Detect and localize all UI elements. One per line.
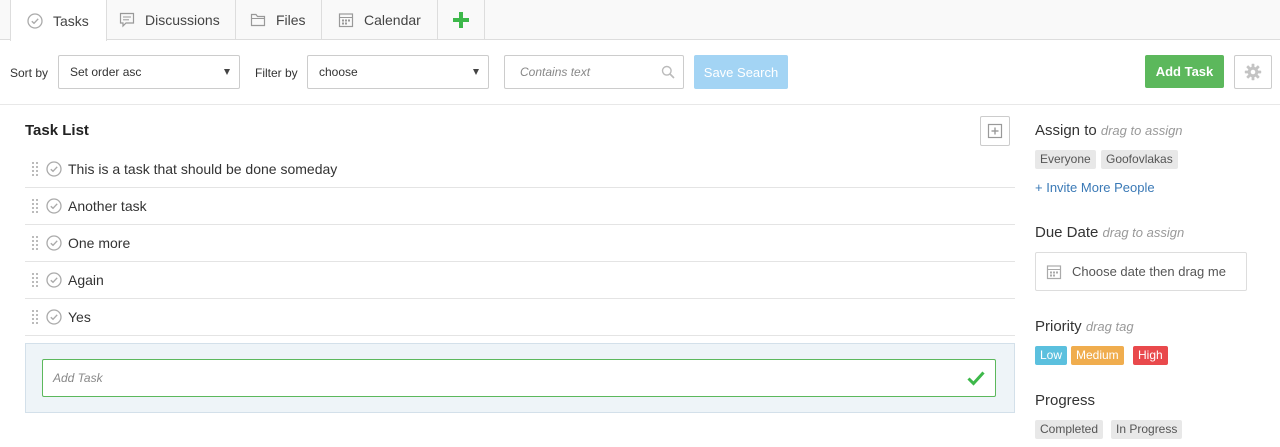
task-list-title: Task List <box>25 122 89 139</box>
check-circle-icon[interactable] <box>46 272 62 288</box>
check-circle-icon[interactable] <box>46 161 62 177</box>
assign-title: Assign to <box>1035 122 1097 139</box>
drag-handle-icon[interactable] <box>32 199 38 213</box>
tab-label: Tasks <box>53 12 89 29</box>
check-circle-icon[interactable] <box>46 198 62 214</box>
assign-hint: drag to assign <box>1100 123 1183 138</box>
task-text: One more <box>68 235 131 251</box>
search-input[interactable]: Contains text <box>504 55 684 89</box>
progress-title: Progress <box>1035 392 1096 409</box>
filter-select[interactable]: choose <box>307 55 489 89</box>
tab-calendar[interactable]: Calendar <box>322 0 438 40</box>
drag-handle-icon[interactable] <box>32 236 38 250</box>
priority-tag-high[interactable]: High <box>1133 346 1168 365</box>
task-text: Yes <box>68 309 91 325</box>
sort-value: Set order asc <box>70 65 142 79</box>
progress-heading: Progress <box>1035 392 1095 409</box>
due-hint: drag to assign <box>1102 225 1185 240</box>
add-task-button[interactable]: Add Task <box>1145 55 1224 88</box>
tab-discussions[interactable]: Discussions <box>107 0 236 40</box>
add-tab-button[interactable] <box>438 0 485 40</box>
calendar-icon <box>1046 264 1062 279</box>
add-task-placeholder: Add Task <box>53 371 103 385</box>
priority-tag-medium[interactable]: Medium <box>1071 346 1124 365</box>
check-circle-icon[interactable] <box>46 235 62 251</box>
toolbar: Sort by Set order asc Filter by choose C… <box>0 40 1280 105</box>
progress-chip[interactable]: Completed <box>1035 420 1104 439</box>
progress-chip[interactable]: In Progress <box>1111 420 1183 439</box>
tab-label: Discussions <box>145 12 220 28</box>
task-text: Another task <box>68 198 147 214</box>
due-title: Due Date <box>1035 224 1099 241</box>
tab-bar: Tasks Discussions Files Calendar <box>0 0 1280 41</box>
due-date-placeholder: Choose date then drag me <box>1072 264 1226 279</box>
tab-files[interactable]: Files <box>236 0 322 40</box>
gear-icon <box>1244 63 1262 81</box>
due-date-picker[interactable]: Choose date then drag me <box>1035 252 1247 291</box>
tab-label: Calendar <box>364 12 421 28</box>
add-task-input[interactable]: Add Task <box>42 359 996 397</box>
search-icon <box>661 65 675 79</box>
checkmark-icon[interactable] <box>967 370 985 386</box>
drag-handle-icon[interactable] <box>32 310 38 324</box>
task-text: This is a task that should be done somed… <box>68 161 338 177</box>
check-circle-icon[interactable] <box>46 309 62 325</box>
task-row[interactable]: One more <box>25 225 1015 262</box>
add-square-icon <box>987 123 1003 139</box>
search-placeholder: Contains text <box>520 65 591 79</box>
assignee-chip[interactable]: Goofovlakas <box>1101 150 1178 169</box>
filter-value: choose <box>319 65 358 79</box>
folder-icon <box>250 12 266 28</box>
calendar-icon <box>338 12 354 28</box>
task-row[interactable]: Another task <box>25 188 1015 225</box>
sort-select[interactable]: Set order asc <box>58 55 240 89</box>
task-text: Again <box>68 272 104 288</box>
drag-handle-icon[interactable] <box>32 273 38 287</box>
settings-button[interactable] <box>1234 55 1272 89</box>
filter-label: Filter by <box>255 66 298 80</box>
task-row[interactable]: Yes <box>25 299 1015 336</box>
due-heading: Due Date drag to assign <box>1035 224 1184 241</box>
chevron-down-icon <box>224 69 230 75</box>
priority-heading: Priority drag tag <box>1035 318 1134 335</box>
task-row[interactable]: Again <box>25 262 1015 299</box>
priority-tag-low[interactable]: Low <box>1035 346 1068 365</box>
invite-link[interactable]: + Invite More People <box>1035 180 1155 195</box>
check-circle-icon <box>27 12 43 29</box>
chevron-down-icon <box>473 69 479 75</box>
plus-icon <box>453 12 469 28</box>
tab-label: Files <box>276 12 306 28</box>
add-task-panel: Add Task <box>25 343 1015 413</box>
assignee-chip[interactable]: Everyone <box>1035 150 1096 169</box>
priority-hint: drag tag <box>1085 319 1134 334</box>
assign-heading: Assign to drag to assign <box>1035 122 1183 139</box>
task-row[interactable]: This is a task that should be done somed… <box>25 151 1015 188</box>
expand-button[interactable] <box>980 116 1010 146</box>
save-search-button[interactable]: Save Search <box>694 55 788 89</box>
tab-tasks[interactable]: Tasks <box>10 0 107 41</box>
sort-label: Sort by <box>10 66 49 80</box>
priority-title: Priority <box>1035 318 1082 335</box>
drag-handle-icon[interactable] <box>32 162 38 176</box>
comment-icon <box>119 12 135 28</box>
